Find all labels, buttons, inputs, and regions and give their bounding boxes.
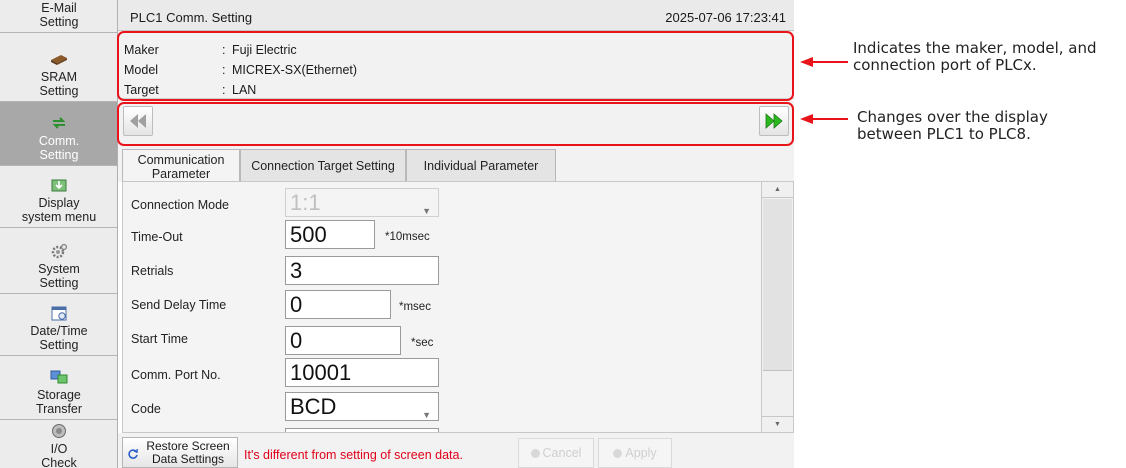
tab-connection-target-setting[interactable]: Connection Target Setting xyxy=(240,149,406,182)
sidebar-item-email-setting[interactable]: E-Mail Setting xyxy=(0,0,117,33)
connection-mode-value: 1:1 xyxy=(290,190,321,215)
sidebar-item-label: Date/Time Setting xyxy=(30,324,88,352)
clock-readout: 2025-07-06 17:23:41 xyxy=(665,10,786,25)
check-icon xyxy=(613,448,623,458)
timeout-label: Time-Out xyxy=(131,230,183,244)
sidebar-item-display-system-menu[interactable]: Display system menu xyxy=(0,166,117,228)
sidebar-item-comm-setting[interactable]: Comm. Setting xyxy=(0,102,117,166)
scroll-down-arrow-icon[interactable]: ▼ xyxy=(762,416,793,432)
connection-mode-label: Connection Mode xyxy=(131,198,229,212)
timeout-unit: *10msec xyxy=(385,231,430,243)
title-bar: PLC1 Comm. Setting 2025-07-06 17:23:41 xyxy=(118,0,794,31)
code-value: BCD xyxy=(290,394,337,419)
chevron-down-icon: ▼ xyxy=(422,206,431,216)
tab-individual-parameter[interactable]: Individual Parameter xyxy=(406,149,556,182)
sidebar-item-io-check[interactable]: I/O Check xyxy=(0,420,117,468)
sidebar-item-datetime-setting[interactable]: Date/Time Setting xyxy=(0,294,117,356)
cancel-icon xyxy=(530,448,540,458)
sidebar-item-sram-setting[interactable]: SRAM Setting xyxy=(0,33,117,102)
send-delay-input[interactable]: 0 xyxy=(285,290,391,319)
tab-label: Individual Parameter xyxy=(423,159,539,173)
comm-icon xyxy=(52,117,66,129)
comm-port-value: 10001 xyxy=(290,360,352,385)
cancel-label: Cancel xyxy=(542,446,582,460)
tab-label: Communication Parameter xyxy=(137,152,225,181)
callout-arrowhead xyxy=(800,57,813,67)
info-highlight-box xyxy=(117,31,794,101)
start-time-value: 0 xyxy=(290,328,303,353)
sidebar-item-label: SRAM Setting xyxy=(39,70,79,98)
form-scrollbar[interactable]: ▲ ▼ xyxy=(762,181,794,433)
sidebar-item-label: System Setting xyxy=(38,262,80,290)
display-download-icon xyxy=(51,179,67,192)
apply-button[interactable]: Apply xyxy=(598,438,672,468)
code-select[interactable]: BCD ▼ xyxy=(285,392,439,421)
transfer-icon xyxy=(50,370,68,384)
callout-arrows xyxy=(800,57,848,124)
page-title: PLC1 Comm. Setting xyxy=(130,10,253,25)
send-delay-value: 0 xyxy=(290,292,303,317)
callout-arrowhead xyxy=(800,114,813,124)
apply-label: Apply xyxy=(625,446,657,460)
timeout-input[interactable]: 500 xyxy=(285,220,375,249)
restore-screen-data-button[interactable]: Restore Screen Data Settings xyxy=(122,437,238,468)
scroll-thumb[interactable] xyxy=(763,199,792,371)
timeout-value: 500 xyxy=(290,222,327,247)
callout-plc-switch: Changes over the display between PLC1 to… xyxy=(857,108,1048,143)
chevron-down-icon: ▼ xyxy=(422,410,431,420)
comm-port-input[interactable]: 10001 xyxy=(285,358,439,387)
retrials-input[interactable]: 3 xyxy=(285,256,439,285)
refresh-icon xyxy=(128,448,138,459)
sidebar-item-storage-transfer[interactable]: Storage Transfer xyxy=(0,356,117,420)
sidebar-item-label: Comm. Setting xyxy=(38,134,80,162)
comm-port-label: Comm. Port No. xyxy=(131,368,221,382)
scroll-up-arrow-icon[interactable]: ▲ xyxy=(762,182,793,198)
sidebar-item-label: E-Mail Setting xyxy=(39,1,79,29)
sidebar: E-Mail Setting SRAM Setting Comm. Settin… xyxy=(0,0,118,468)
sidebar-item-label: I/O Check xyxy=(41,442,77,468)
callout-maker-info: Indicates the maker, model, and connecti… xyxy=(853,39,1097,74)
send-delay-label: Send Delay Time xyxy=(131,298,227,312)
calendar-icon xyxy=(51,306,67,321)
connection-mode-select: 1:1 ▼ xyxy=(285,188,439,217)
sidebar-item-system-setting[interactable]: System Setting xyxy=(0,228,117,294)
bottom-bar: Restore Screen Data Settings It's differ… xyxy=(118,433,794,468)
tab-communication-parameter[interactable]: Communication Parameter xyxy=(122,149,240,183)
parameter-form: Connection Mode 1:1 ▼ Time-Out 500 *10ms… xyxy=(122,181,762,433)
restore-button-label: Restore Screen Data Settings xyxy=(146,439,230,466)
retrials-label: Retrials xyxy=(131,264,174,278)
dial-icon xyxy=(52,424,66,438)
tab-strip: Communication Parameter Connection Targe… xyxy=(118,144,794,183)
tab-label: Connection Target Setting xyxy=(251,159,395,173)
cancel-button[interactable]: Cancel xyxy=(518,438,594,468)
sram-chip-icon xyxy=(51,55,67,65)
start-time-unit: *sec xyxy=(411,337,434,349)
nav-highlight-box xyxy=(117,102,794,146)
sidebar-item-label: Storage Transfer xyxy=(35,388,83,416)
code-label: Code xyxy=(131,402,161,416)
sidebar-item-label: Display system menu xyxy=(21,196,97,224)
retrials-value: 3 xyxy=(290,258,303,283)
warning-message: It's different from setting of screen da… xyxy=(244,448,463,462)
gear-icon xyxy=(51,243,68,259)
start-time-input[interactable]: 0 xyxy=(285,326,401,355)
start-time-label: Start Time xyxy=(131,332,188,346)
send-delay-unit: *msec xyxy=(399,301,431,313)
